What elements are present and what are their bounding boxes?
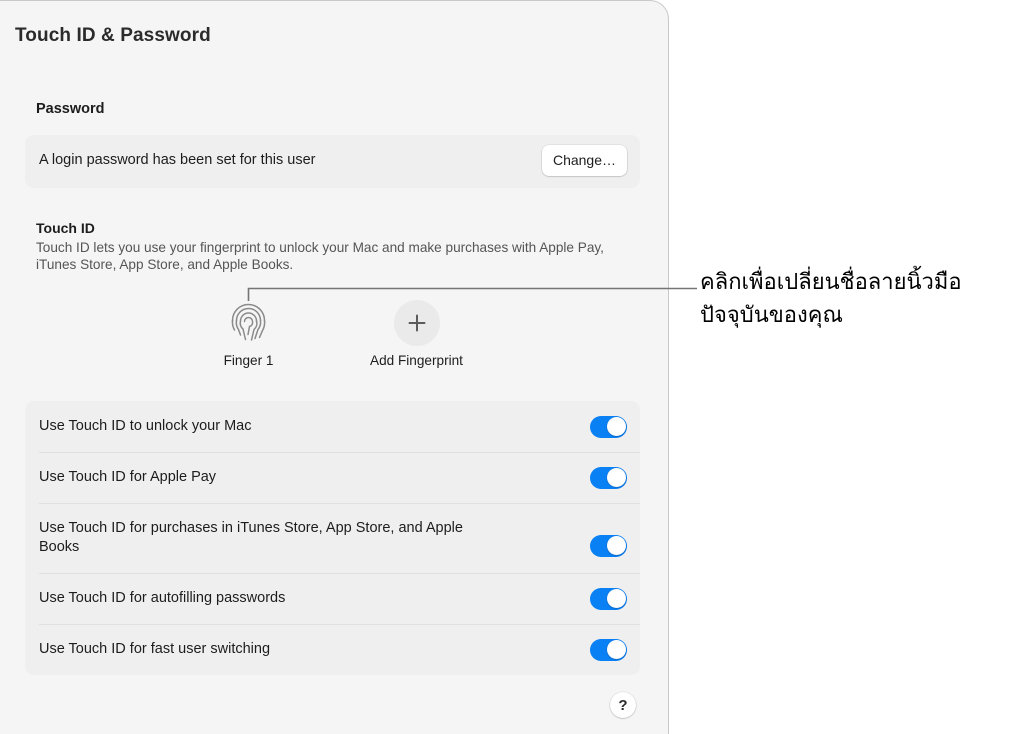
add-fingerprint-circle[interactable] bbox=[393, 299, 440, 346]
option-toggle-unlock-mac[interactable] bbox=[590, 415, 627, 438]
fingerprint-item-finger-1[interactable]: Finger 1 bbox=[200, 299, 297, 368]
option-label: Use Touch ID for purchases in iTunes Sto… bbox=[39, 520, 463, 555]
option-label: Use Touch ID for autofilling passwords bbox=[39, 590, 286, 606]
page-title: Touch ID & Password bbox=[15, 25, 211, 46]
toggle-knob bbox=[606, 536, 626, 555]
option-toggle-autofill-passwords[interactable] bbox=[590, 587, 627, 610]
callout-text: คลิกเพื่อเปลี่ยนชื่อลายนิ้วมือปัจจุบันขอ… bbox=[700, 270, 962, 328]
password-section-heading: Password bbox=[36, 101, 105, 117]
add-fingerprint-label: Add Fingerprint bbox=[370, 353, 463, 368]
option-toggle-store-purchases[interactable] bbox=[590, 534, 627, 557]
fingerprint-list: Finger 1 Add Fingerprint bbox=[200, 299, 465, 368]
option-label: Use Touch ID for Apple Pay bbox=[39, 469, 217, 485]
password-status-text: A login password has been set for this u… bbox=[39, 152, 316, 168]
toggle-knob bbox=[606, 417, 626, 436]
option-label: Use Touch ID for fast user switching bbox=[39, 641, 271, 657]
option-row-fast-user-switching[interactable]: Use Touch ID for fast user switching bbox=[25, 624, 640, 675]
option-row-store-purchases[interactable]: Use Touch ID for purchases in iTunes Sto… bbox=[25, 503, 640, 573]
password-card: A login password has been set for this u… bbox=[25, 135, 640, 188]
option-toggle-apple-pay[interactable] bbox=[590, 466, 627, 489]
option-row-autofill-passwords[interactable]: Use Touch ID for autofilling passwords bbox=[25, 573, 640, 624]
fingerprint-icon[interactable] bbox=[225, 299, 272, 346]
add-fingerprint-button[interactable]: Add Fingerprint bbox=[368, 299, 465, 368]
option-row-apple-pay[interactable]: Use Touch ID for Apple Pay bbox=[25, 452, 640, 503]
fingerprint-label: Finger 1 bbox=[223, 353, 274, 368]
plus-icon[interactable] bbox=[393, 299, 440, 346]
toggle-knob bbox=[606, 468, 626, 487]
option-label: Use Touch ID to unlock your Mac bbox=[39, 418, 252, 434]
toggle-knob bbox=[606, 640, 626, 659]
settings-window: Touch ID & Password Password A login pas… bbox=[0, 0, 669, 734]
touchid-section-heading: Touch ID bbox=[36, 220, 95, 236]
change-password-button[interactable]: Change… bbox=[541, 145, 627, 176]
help-button[interactable]: ? bbox=[610, 692, 636, 718]
touchid-options-list: Use Touch ID to unlock your Mac Use Touc… bbox=[25, 401, 640, 675]
option-row-unlock-mac[interactable]: Use Touch ID to unlock your Mac bbox=[25, 401, 640, 452]
toggle-knob bbox=[606, 589, 626, 608]
option-toggle-fast-user-switching[interactable] bbox=[590, 638, 627, 661]
touchid-section-description: Touch ID lets you use your fingerprint t… bbox=[36, 240, 604, 272]
